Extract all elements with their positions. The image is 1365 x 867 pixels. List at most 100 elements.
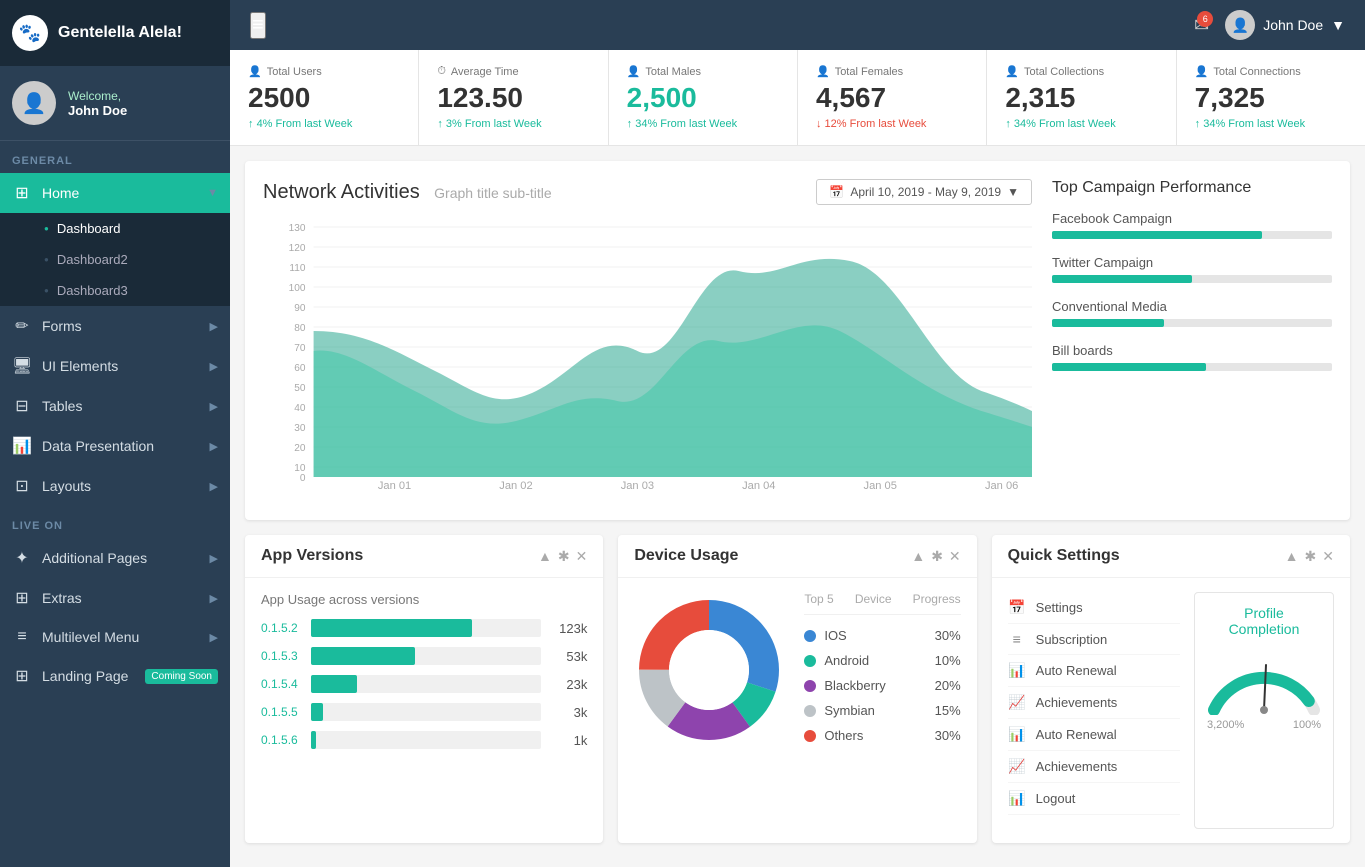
settings-item-2[interactable]: 📊 Auto Renewal <box>1008 655 1180 687</box>
settings-item-1[interactable]: ≡ Subscription <box>1008 624 1180 655</box>
user-menu[interactable]: 👤 John Doe ▼ <box>1225 10 1345 40</box>
version-label-0: 0.1.5.2 <box>261 621 301 635</box>
tables-icon: ⊟ <box>12 396 32 416</box>
up-arrow-5: ↑ <box>1195 118 1201 130</box>
version-label-1: 0.1.5.3 <box>261 649 301 663</box>
panel-controls-settings: ▲ ✱ ✕ <box>1285 548 1334 565</box>
donut-container: Top 5 Device Progress IOS 30% <box>634 592 960 748</box>
hamburger-button[interactable]: ≡ <box>250 12 266 39</box>
svg-text:20: 20 <box>294 443 306 454</box>
device-name-2: Blackberry <box>824 678 926 693</box>
device-usage-body: Top 5 Device Progress IOS 30% <box>618 578 976 762</box>
section-label-general: GENERAL <box>0 141 230 173</box>
device-pct-1: 10% <box>935 653 961 668</box>
network-activities-chart: Network Activities Graph title sub-title… <box>263 179 1032 502</box>
sidebar-header: 🐾 Gentelella Alela! <box>0 0 230 66</box>
settings-label-0: Settings <box>1036 600 1083 615</box>
stat-change-1: ↑ 3% From last Week <box>437 118 589 130</box>
sidebar-item-multilevel[interactable]: ≡ Multilevel Menu ▶ <box>0 618 230 656</box>
close-icon-device[interactable]: ✕ <box>949 548 961 565</box>
females-icon: 👤 <box>816 65 830 78</box>
settings-item-4[interactable]: 📊 Auto Renewal <box>1008 719 1180 751</box>
up-icon-settings[interactable]: ▲ <box>1285 548 1299 565</box>
sidebar-item-dashboard2[interactable]: Dashboard2 <box>0 244 230 275</box>
date-range-button[interactable]: 📅 April 10, 2019 - May 9, 2019 ▼ <box>816 179 1032 205</box>
stat-label-2: Total Males <box>645 66 701 78</box>
panel-controls-device: ▲ ✱ ✕ <box>911 548 960 565</box>
sidebar-item-layouts[interactable]: ⊡ Layouts ▶ <box>0 466 230 506</box>
settings-icon-4: 📊 <box>1008 726 1026 743</box>
chevron-right-icon-4: ▶ <box>210 440 218 453</box>
chart-section: Network Activities Graph title sub-title… <box>245 161 1350 520</box>
settings-list: 📅 Settings ≡ Subscription 📊 Auto Renewal <box>1008 592 1180 815</box>
wrench-icon-device[interactable]: ✱ <box>931 548 943 565</box>
sidebar-item-dashboard[interactable]: Dashboard <box>0 213 230 244</box>
sidebar-ui-label: UI Elements <box>42 358 118 374</box>
chart-subtitle: Graph title sub-title <box>434 185 552 201</box>
top-navbar: ≡ ✉ 6 👤 John Doe ▼ <box>230 0 1365 50</box>
svg-text:Jan 01: Jan 01 <box>378 480 411 492</box>
svg-text:100: 100 <box>289 283 306 294</box>
svg-text:Jan 03: Jan 03 <box>621 480 654 492</box>
forms-icon: ✏ <box>12 316 32 336</box>
wrench-icon-settings[interactable]: ✱ <box>1305 548 1317 565</box>
sidebar-item-additional-pages[interactable]: ✦ Additional Pages ▶ <box>0 538 230 578</box>
settings-item-3[interactable]: 📈 Achievements <box>1008 687 1180 719</box>
version-count-3: 3k <box>551 705 587 720</box>
chevron-right-icon-7: ▶ <box>210 592 218 605</box>
gauge-labels: 3,200% 100% <box>1207 719 1321 731</box>
device-dot-2 <box>804 680 816 692</box>
notifications-button[interactable]: ✉ 6 <box>1194 15 1209 36</box>
settings-label-4: Auto Renewal <box>1036 727 1117 742</box>
settings-icon-2: 📊 <box>1008 662 1026 679</box>
settings-label-6: Logout <box>1036 791 1076 806</box>
version-row-4: 0.1.5.6 1k <box>261 731 587 749</box>
sidebar-username: John Doe <box>68 103 127 118</box>
device-row-4: Others 30% <box>804 723 960 748</box>
up-icon-versions[interactable]: ▲ <box>538 548 552 565</box>
close-icon-versions[interactable]: ✕ <box>576 548 588 565</box>
campaign-bar-0 <box>1052 231 1262 239</box>
bottom-panels: App Versions ▲ ✱ ✕ App Usage across vers… <box>245 535 1350 843</box>
gauge-chart <box>1204 645 1324 715</box>
welcome-text: Welcome, <box>68 89 127 103</box>
sidebar-item-tables[interactable]: ⊟ Tables ▶ <box>0 386 230 426</box>
settings-item-0[interactable]: 📅 Settings <box>1008 592 1180 624</box>
page-content: 👤 Total Users 2500 ↑ 4% From last Week ⏱… <box>230 50 1365 867</box>
chart-title: Network Activities <box>263 181 420 203</box>
sidebar-item-dashboard3[interactable]: Dashboard3 <box>0 275 230 306</box>
stat-value-0: 2500 <box>248 82 400 114</box>
gauge-max-label: 100% <box>1293 719 1321 731</box>
stat-label-3: Total Females <box>835 66 903 78</box>
wrench-icon-versions[interactable]: ✱ <box>558 548 570 565</box>
sidebar-layouts-label: Layouts <box>42 478 91 494</box>
version-row-3: 0.1.5.5 3k <box>261 703 587 721</box>
settings-item-6[interactable]: 📊 Logout <box>1008 783 1180 815</box>
close-icon-settings[interactable]: ✕ <box>1322 548 1334 565</box>
sidebar-item-forms[interactable]: ✏ Forms ▶ <box>0 306 230 346</box>
sidebar-item-home[interactable]: ⊞ Home ▼ <box>0 173 230 213</box>
stat-value-3: 4,567 <box>816 82 968 114</box>
sidebar-item-data-presentation[interactable]: 📊 Data Presentation ▶ <box>0 426 230 466</box>
chevron-right-icon-6: ▶ <box>210 552 218 565</box>
app-usage-label: App Usage across versions <box>261 592 587 607</box>
quick-settings-header: Quick Settings ▲ ✱ ✕ <box>992 535 1350 578</box>
chevron-right-icon-2: ▶ <box>210 360 218 373</box>
device-name-1: Android <box>824 653 926 668</box>
device-row-0: IOS 30% <box>804 623 960 648</box>
sidebar-item-ui-elements[interactable]: 🖥 UI Elements ▶ <box>0 346 230 386</box>
sidebar-item-extras[interactable]: ⊞ Extras ▶ <box>0 578 230 618</box>
svg-text:120: 120 <box>289 243 306 254</box>
settings-icon-1: ≡ <box>1008 631 1026 647</box>
coming-soon-badge: Coming Soon <box>145 669 218 684</box>
version-label-3: 0.1.5.5 <box>261 705 301 719</box>
app-versions-panel: App Versions ▲ ✱ ✕ App Usage across vers… <box>245 535 603 843</box>
up-arrow-2: ↑ <box>627 118 633 130</box>
device-dot-0 <box>804 630 816 642</box>
sidebar-item-landing[interactable]: ⊞ Landing Page Coming Soon <box>0 656 230 696</box>
extras-icon: ⊞ <box>12 588 32 608</box>
settings-item-5[interactable]: 📈 Achievements <box>1008 751 1180 783</box>
version-row-2: 0.1.5.4 23k <box>261 675 587 693</box>
svg-text:130: 130 <box>289 223 306 234</box>
up-icon-device[interactable]: ▲ <box>911 548 925 565</box>
